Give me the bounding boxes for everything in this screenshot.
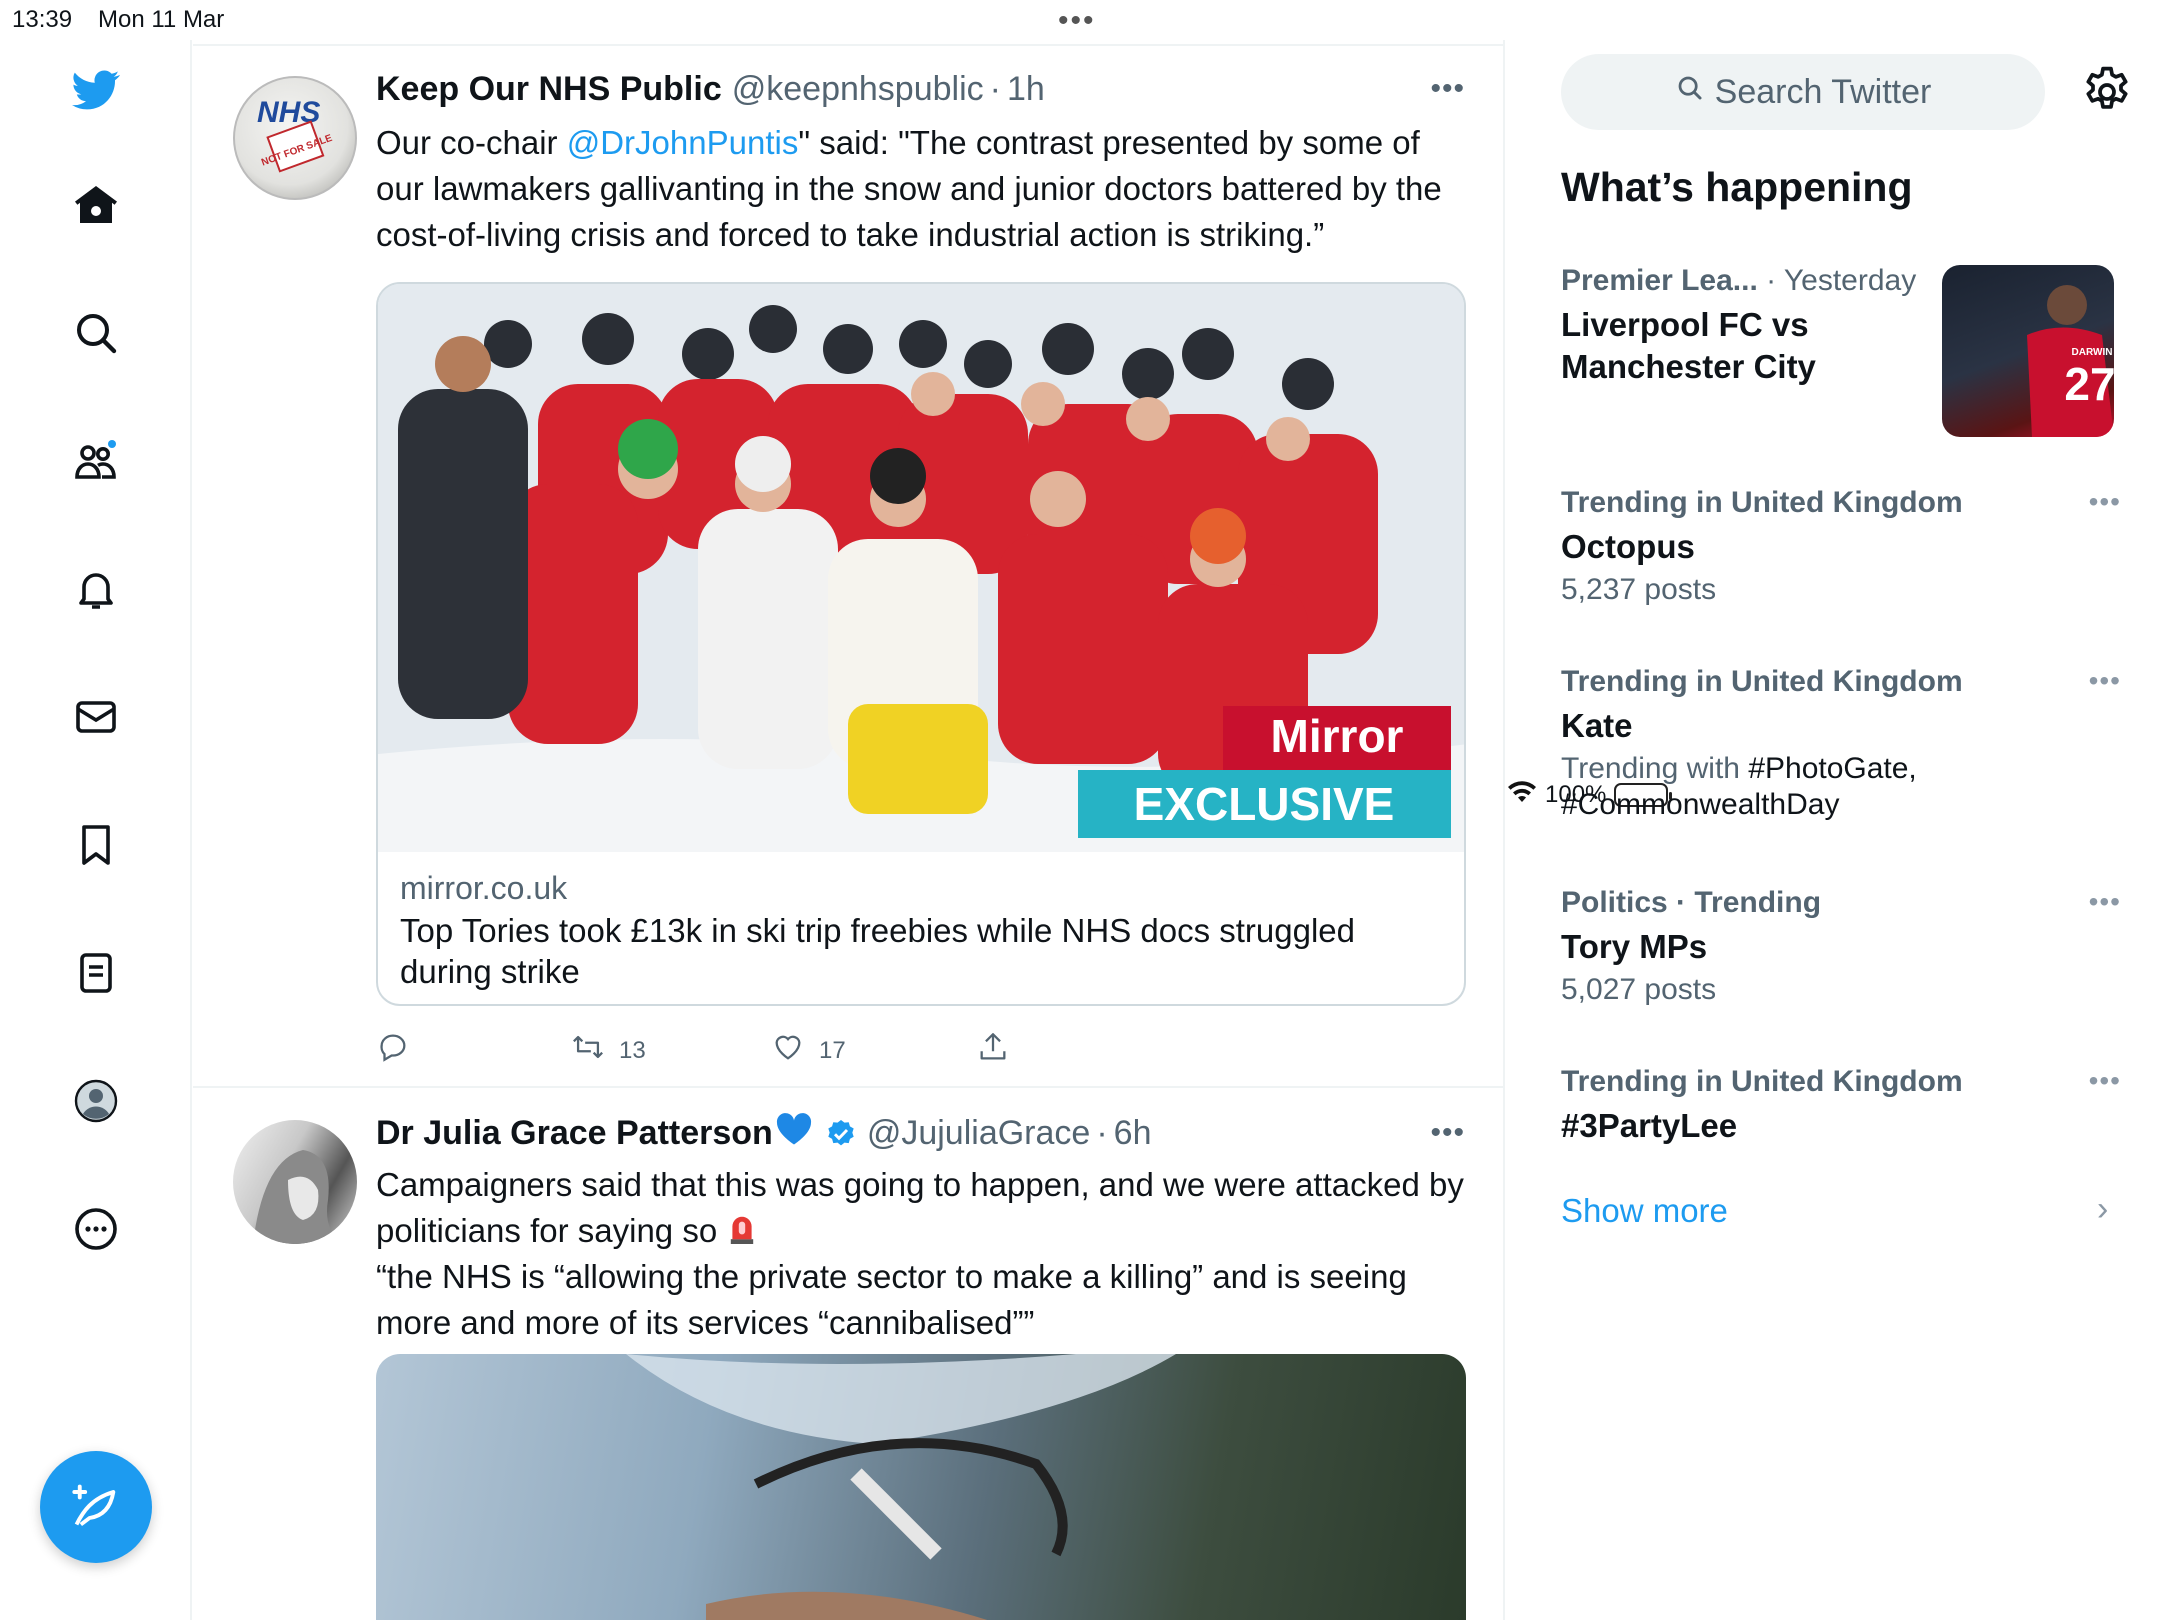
share-icon (976, 1030, 1010, 1071)
trend-title: Tory MPs (1561, 928, 1708, 965)
card-title: Top Tories took £13k in ski trip freebie… (400, 912, 1356, 990)
trending-with-label: Trending with (1561, 752, 1749, 785)
chevron-right-icon: › (2097, 1190, 2109, 1228)
trend-more-button[interactable]: ••• (2089, 1065, 2121, 1097)
tweet-timestamp[interactable]: 1h (1007, 70, 1045, 109)
verified-badge-icon (825, 1118, 857, 1150)
trend-title: Kate (1561, 707, 1633, 744)
siren-emoji-icon (726, 1210, 758, 1258)
trend-post-count: 5,237 posts (1561, 573, 1717, 606)
more-options-icon[interactable] (66, 1199, 126, 1259)
tweet[interactable]: Dr Julia Grace Patterson @JujuliaGrace ·… (193, 1090, 1503, 1620)
tweet-text: Our co-chair @DrJohnPuntis" said: "The c… (376, 120, 1466, 258)
search-placeholder: Search Twitter (1714, 72, 1932, 111)
link-card[interactable]: Mirror EXCLUSIVE mirror.co.uk Top Tories… (376, 282, 1466, 1006)
trend-post-count: 5,027 posts (1561, 973, 1717, 1006)
trend-category: Trending in United Kingdom (1561, 1065, 1963, 1098)
trend-title: #3PartyLee (1561, 1107, 1738, 1144)
mirror-badge-text: Mirror (1271, 710, 1404, 762)
left-navigation (0, 40, 192, 1620)
tweet-author-name[interactable]: Dr Julia Grace Patterson (376, 1114, 773, 1153)
trend-trending-with: Trending with #PhotoGate, #CommonwealthD… (1561, 751, 1981, 823)
tweet-more-button[interactable]: ••• (1430, 1116, 1465, 1150)
tweet-text-part: Our co-chair (376, 124, 567, 161)
like-button[interactable]: 17 (771, 1030, 846, 1071)
tweet-more-button[interactable]: ••• (1430, 72, 1465, 106)
reply-button[interactable] (376, 1030, 410, 1071)
tweet-header: Keep Our NHS Public @keepnhspublic · 1h (376, 70, 1045, 109)
trend-meta: Trending in United Kingdom (1561, 1065, 2121, 1099)
home-icon[interactable] (66, 175, 126, 235)
retweet-button[interactable]: 13 (571, 1030, 646, 1071)
trend-item[interactable]: Trending in United Kingdom Kate Trending… (1561, 665, 2121, 823)
heart-icon (771, 1030, 805, 1071)
twitter-logo-icon[interactable] (66, 60, 126, 120)
exclusive-badge-text: EXCLUSIVE (1134, 778, 1395, 830)
right-sidebar: Search Twitter What’s happening Premier … (1507, 40, 2160, 1620)
tweet-author-name[interactable]: Keep Our NHS Public (376, 70, 722, 109)
search-icon (1675, 73, 1705, 112)
card-domain: mirror.co.uk (400, 870, 568, 906)
tweet-actions: 13 17 (376, 1030, 1076, 1080)
communities-icon[interactable] (66, 431, 126, 491)
status-time: 13:39 (12, 6, 73, 33)
explore-search-icon[interactable] (66, 303, 126, 363)
bookmarks-icon[interactable] (66, 815, 126, 875)
compose-tweet-button[interactable] (40, 1451, 152, 1563)
trend-time: · Yesterday (1766, 264, 1917, 297)
trend-more-button[interactable]: ••• (2089, 886, 2121, 918)
trend-meta: Trending in United Kingdom (1561, 665, 2121, 699)
share-button[interactable] (976, 1030, 1010, 1071)
trend-title: Octopus (1561, 528, 1695, 565)
card-image: Mirror EXCLUSIVE (378, 284, 1464, 852)
notifications-bell-icon[interactable] (66, 559, 126, 619)
lists-icon[interactable] (66, 943, 126, 1003)
trend-category: Trending in United Kingdom (1561, 665, 1963, 698)
trend-category: Premier Lea... (1561, 264, 1758, 297)
trend-category: Trending in United Kingdom (1561, 486, 1963, 519)
mention-link[interactable]: @DrJohnPuntis (567, 124, 799, 161)
tweet-author-avatar[interactable]: NHS NOT FOR SALE (233, 76, 357, 200)
timeline-feed[interactable]: NHS NOT FOR SALE Keep Our NHS Public @ke… (193, 40, 1505, 1620)
thumb-name-text: DARWIN (2072, 347, 2113, 358)
multitasking-handle[interactable]: ••• (1058, 4, 1096, 38)
tweet-quote-text: “the NHS is “allowing the private sector… (376, 1258, 1407, 1341)
profile-avatar-icon[interactable] (66, 1071, 126, 1131)
tweet[interactable]: NHS NOT FOR SALE Keep Our NHS Public @ke… (193, 46, 1503, 1088)
trend-title: Liverpool FC vs Manchester City (1561, 306, 1816, 385)
trend-item[interactable]: Trending in United Kingdom Octopus 5,237… (1561, 486, 2121, 608)
trend-item[interactable]: Politics · Trending Tory MPs 5,027 posts… (1561, 886, 2121, 1008)
whats-happening-heading: What’s happening (1561, 164, 1913, 210)
tweet-author-avatar[interactable] (233, 1120, 357, 1244)
tweet-header: Dr Julia Grace Patterson @JujuliaGrace ·… (376, 1112, 1151, 1155)
retweet-icon (571, 1030, 605, 1071)
search-input[interactable]: Search Twitter (1561, 54, 2045, 130)
messages-envelope-icon[interactable] (66, 687, 126, 747)
tweet-author-handle[interactable]: @JujuliaGrace (867, 1114, 1091, 1153)
show-more-link[interactable]: Show more (1561, 1192, 1728, 1230)
tweet-text-line: Campaigners said that this was going to … (376, 1166, 1464, 1249)
status-bar: 13:39 Mon 11 Mar ••• 100% (0, 0, 2160, 808)
trend-meta: Politics · Trending (1561, 886, 2121, 920)
trend-category: Politics · Trending (1561, 886, 1822, 919)
compose-feather-icon (70, 1479, 122, 1536)
tweet-media-image[interactable] (376, 1354, 1466, 1620)
tweet-timestamp[interactable]: 6h (1114, 1114, 1152, 1153)
trend-meta: Trending in United Kingdom (1561, 486, 2121, 520)
tweet-text: Campaigners said that this was going to … (376, 1162, 1466, 1258)
thumb-number-text: 27 (2064, 358, 2114, 410)
trend-item[interactable]: Trending in United Kingdom #3PartyLee ••… (1561, 1065, 2121, 1147)
tweet-author-handle[interactable]: @keepnhspublic (732, 70, 984, 109)
status-date: Mon 11 Mar (98, 6, 225, 33)
blue-heart-emoji-icon (775, 1112, 813, 1155)
reply-icon (376, 1030, 410, 1071)
trend-more-button[interactable]: ••• (2089, 486, 2121, 518)
retweet-count: 13 (619, 1036, 646, 1064)
settings-gear-icon[interactable] (2079, 64, 2135, 120)
like-count: 17 (819, 1036, 846, 1064)
trend-more-button[interactable]: ••• (2089, 665, 2121, 697)
trend-thumbnail-image[interactable]: DARWIN 27 (1942, 265, 2114, 437)
